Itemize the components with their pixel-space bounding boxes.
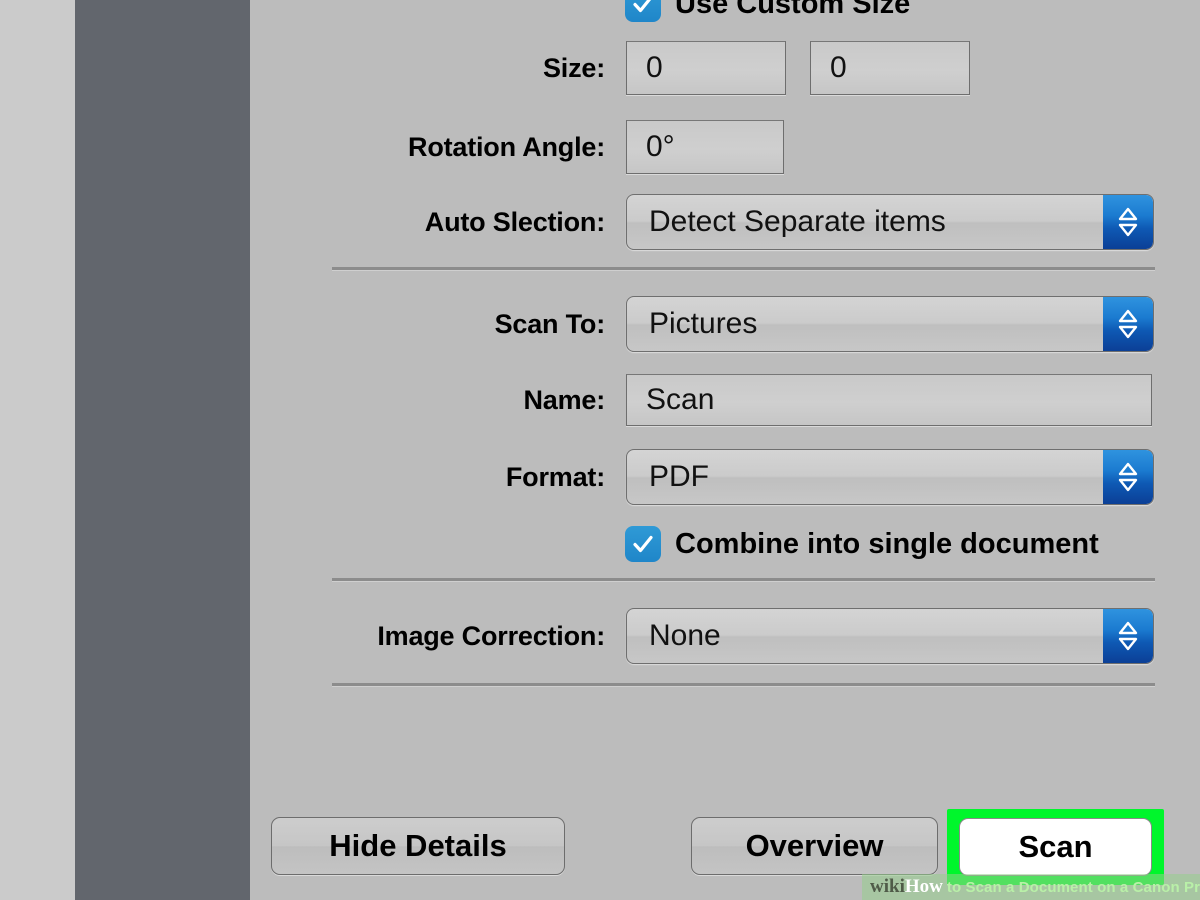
left-light-band: [0, 0, 75, 900]
rotation-angle-input[interactable]: 0°: [626, 120, 784, 174]
format-select[interactable]: PDF: [626, 449, 1154, 505]
image-correction-value: None: [649, 619, 721, 653]
watermark-title-text: to Scan a Document on a Canon Printer: [947, 879, 1200, 896]
image-correction-select[interactable]: None: [626, 608, 1154, 664]
image-correction-label: Image Correction:: [250, 621, 605, 652]
size-row: Size: 0 0: [250, 41, 1165, 95]
divider-bottom: [332, 683, 1155, 687]
use-custom-size-label: Use Custom Size: [675, 0, 910, 21]
screenshot-root: Use Custom Size Size: 0 0 Rotation Angle…: [0, 0, 1200, 900]
stepper-updown-icon[interactable]: [1103, 450, 1153, 504]
format-value: PDF: [649, 460, 709, 494]
scan-to-row: Scan To: Pictures: [250, 296, 1165, 352]
checkmark-icon[interactable]: [625, 526, 661, 562]
use-custom-size-checkbox-row[interactable]: Use Custom Size: [625, 0, 910, 22]
left-dark-panel: [75, 0, 250, 900]
scan-to-value: Pictures: [649, 307, 757, 341]
divider-middle: [332, 578, 1155, 582]
scan-settings-dialog: Use Custom Size Size: 0 0 Rotation Angle…: [250, 0, 1200, 900]
image-correction-row: Image Correction: None: [250, 608, 1165, 664]
size-height-input[interactable]: 0: [810, 41, 970, 95]
combine-single-document-label: Combine into single document: [675, 528, 1099, 561]
name-label: Name:: [250, 385, 605, 416]
stepper-updown-icon[interactable]: [1103, 195, 1153, 249]
combine-single-document-row[interactable]: Combine into single document: [625, 526, 1099, 562]
auto-selection-value: Detect Separate items: [649, 205, 946, 239]
size-label: Size:: [250, 53, 605, 84]
stepper-updown-icon[interactable]: [1103, 297, 1153, 351]
format-label: Format:: [250, 462, 605, 493]
checkmark-icon[interactable]: [625, 0, 661, 22]
auto-selection-row: Auto Slection: Detect Separate items: [250, 194, 1165, 250]
name-row: Name: Scan: [250, 374, 1165, 426]
auto-selection-label: Auto Slection:: [250, 207, 605, 238]
auto-selection-select[interactable]: Detect Separate items: [626, 194, 1154, 250]
format-row: Format: PDF: [250, 449, 1165, 505]
name-input[interactable]: Scan: [626, 374, 1152, 426]
stepper-updown-icon[interactable]: [1103, 609, 1153, 663]
hide-details-button[interactable]: Hide Details: [271, 817, 565, 875]
wikihow-watermark: wiki How to Scan a Document on a Canon P…: [862, 874, 1200, 900]
scan-to-label: Scan To:: [250, 309, 605, 340]
watermark-how-text: How: [905, 876, 943, 898]
size-width-input[interactable]: 0: [626, 41, 786, 95]
divider-top: [332, 267, 1155, 271]
scan-to-select[interactable]: Pictures: [626, 296, 1154, 352]
rotation-angle-row: Rotation Angle: 0°: [250, 120, 1165, 174]
overview-button[interactable]: Overview: [691, 817, 938, 875]
scan-button[interactable]: Scan: [959, 818, 1152, 876]
rotation-angle-label: Rotation Angle:: [250, 132, 605, 163]
watermark-wiki-text: wiki: [870, 876, 905, 898]
